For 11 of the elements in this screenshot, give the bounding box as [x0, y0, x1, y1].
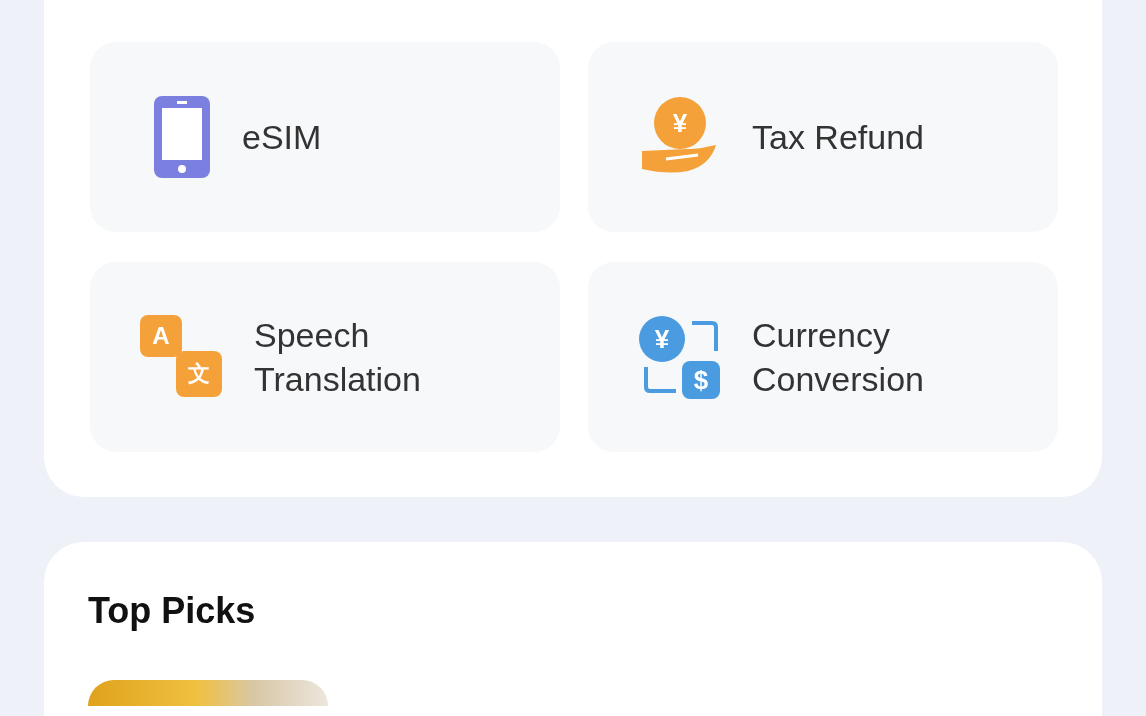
- service-tile[interactable]: ¥ $ Currency Conversion: [588, 262, 1058, 452]
- service-label: Speech Translation: [254, 315, 422, 400]
- service-label: Currency Conversion: [752, 315, 925, 400]
- phone-icon: [152, 94, 212, 180]
- service-label: Tax Refund: [752, 117, 924, 158]
- section-title: Top Picks: [88, 590, 257, 632]
- service-tile[interactable]: eSIM: [90, 42, 560, 232]
- service-tile[interactable]: A 文 Speech Translation: [90, 262, 560, 452]
- service-tile[interactable]: ¥ Tax Refund: [588, 42, 1058, 232]
- photo-placeholder[interactable]: [88, 680, 328, 706]
- service-label: eSIM: [242, 117, 322, 158]
